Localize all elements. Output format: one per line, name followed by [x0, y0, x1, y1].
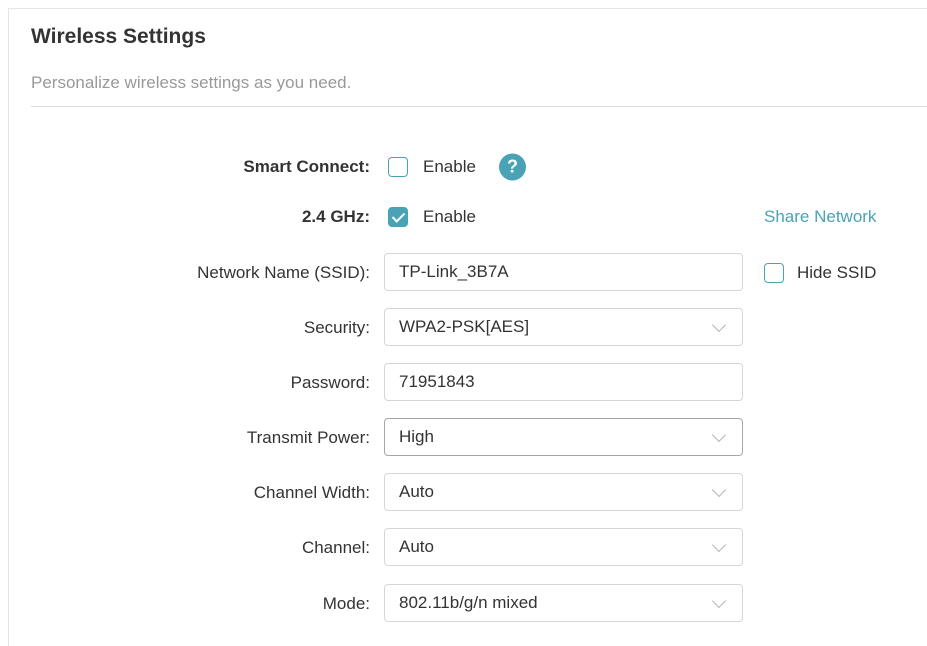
- channel-width-label: Channel Width:: [253, 483, 370, 502]
- mode-select[interactable]: 802.11b/g/n mixed: [384, 584, 743, 622]
- security-row: Security: WPA2-PSK[AES]: [0, 308, 927, 348]
- mode-label: Mode:: [322, 594, 370, 613]
- page-title: Wireless Settings: [31, 25, 206, 48]
- password-label: Password:: [290, 373, 370, 392]
- smart-connect-label: Smart Connect:: [243, 157, 370, 176]
- band-24-row: 2.4 GHz: Enable Share Network: [0, 197, 927, 237]
- transmit-power-label: Transmit Power:: [246, 428, 370, 447]
- chevron-down-icon: [711, 593, 727, 609]
- password-input[interactable]: 71951843: [384, 363, 743, 401]
- transmit-power-value: High: [399, 427, 434, 446]
- chevron-down-icon: [711, 537, 727, 553]
- hide-ssid-checkbox[interactable]: [764, 263, 784, 283]
- mode-value: 802.11b/g/n mixed: [399, 593, 538, 612]
- channel-label: Channel:: [301, 538, 370, 557]
- security-label: Security:: [303, 318, 370, 337]
- security-select[interactable]: WPA2-PSK[AES]: [384, 308, 743, 346]
- hide-ssid-label[interactable]: Hide SSID: [797, 263, 876, 283]
- chevron-down-icon: [711, 482, 727, 498]
- help-icon[interactable]: ?: [499, 153, 526, 181]
- ssid-value: TP-Link_3B7A: [399, 262, 509, 281]
- band-24-label: 2.4 GHz:: [301, 207, 370, 226]
- smart-connect-row: Smart Connect: Enable ?: [0, 147, 927, 187]
- chevron-down-icon: [711, 427, 727, 443]
- channel-value: Auto: [399, 537, 434, 556]
- password-row: Password: 71951843: [0, 363, 927, 403]
- share-network-link[interactable]: Share Network: [764, 207, 876, 227]
- ssid-row: Network Name (SSID): TP-Link_3B7A Hide S…: [0, 253, 927, 293]
- channel-row: Channel: Auto: [0, 528, 927, 568]
- security-value: WPA2-PSK[AES]: [399, 317, 530, 336]
- mode-row: Mode: 802.11b/g/n mixed: [0, 584, 927, 624]
- smart-connect-enable-label[interactable]: Enable: [423, 157, 476, 177]
- channel-width-row: Channel Width: Auto: [0, 473, 927, 513]
- header-divider: [31, 106, 927, 107]
- band-24-enable-label[interactable]: Enable: [423, 207, 476, 227]
- transmit-power-row: Transmit Power: High: [0, 418, 927, 458]
- channel-select[interactable]: Auto: [384, 528, 743, 566]
- page-subtitle: Personalize wireless settings as you nee…: [31, 73, 352, 92]
- transmit-power-select[interactable]: High: [384, 418, 743, 456]
- band-24-enable-checkbox[interactable]: [388, 207, 408, 227]
- chevron-down-icon: [711, 317, 727, 333]
- ssid-label: Network Name (SSID):: [197, 263, 370, 282]
- smart-connect-checkbox[interactable]: [388, 157, 408, 177]
- channel-width-select[interactable]: Auto: [384, 473, 743, 511]
- channel-width-value: Auto: [399, 482, 434, 501]
- password-value: 71951843: [399, 372, 475, 391]
- ssid-input[interactable]: TP-Link_3B7A: [384, 253, 743, 291]
